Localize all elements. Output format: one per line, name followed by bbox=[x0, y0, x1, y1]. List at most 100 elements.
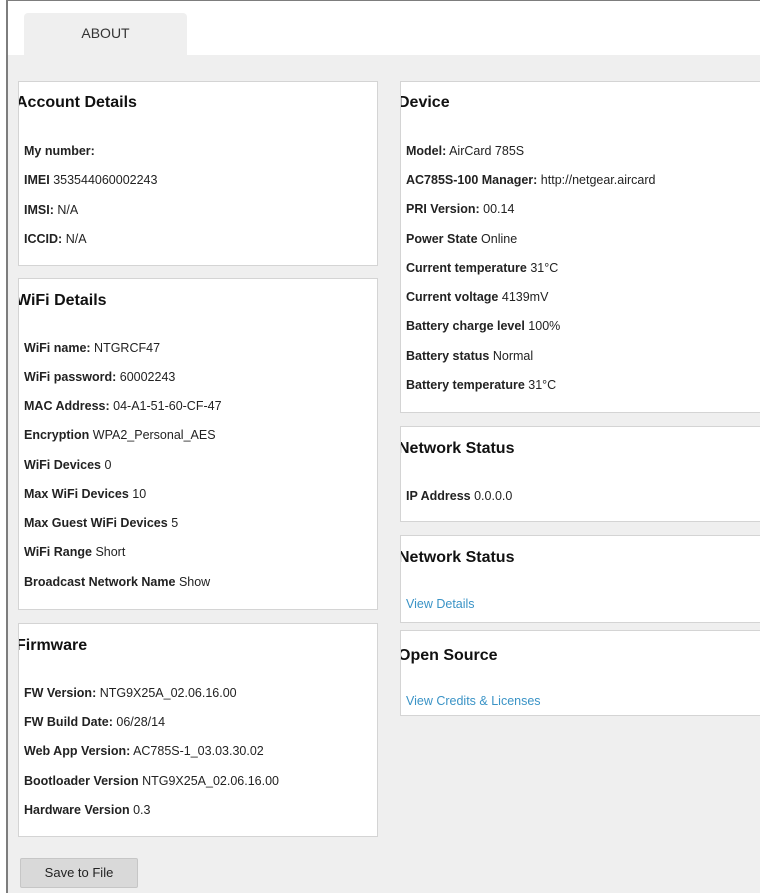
account-row-imsi: IMSI: N/A bbox=[24, 203, 78, 217]
wifi-key: WiFi password: bbox=[24, 370, 117, 384]
wifi-value: 60002243 bbox=[119, 370, 176, 384]
wifi-value: 04-A1-51-60-CF-47 bbox=[113, 399, 222, 413]
firmware-value: AC785S-1_03.03.30.02 bbox=[133, 744, 264, 758]
device-key: Battery status bbox=[406, 349, 490, 363]
firmware-value: NTG9X25A_02.06.16.00 bbox=[99, 686, 237, 700]
wifi-value: WPA2_Personal_AES bbox=[92, 428, 216, 442]
wifi-key: WiFi Devices bbox=[24, 458, 102, 472]
wifi-details-title: WiFi Details bbox=[18, 292, 107, 309]
device-value: 4139mV bbox=[501, 290, 549, 304]
network-key: IP Address bbox=[406, 489, 471, 503]
device-row: Current temperature 31°C bbox=[406, 261, 558, 275]
tab-about[interactable]: ABOUT bbox=[24, 13, 187, 55]
device-row: Battery status Normal bbox=[406, 349, 533, 363]
wifi-row: WiFi Devices 0 bbox=[24, 458, 111, 472]
device-value: 31°C bbox=[528, 378, 557, 392]
device-row: Power State Online bbox=[406, 232, 517, 246]
open-source-panel: Open Source View Credits & Licenses bbox=[400, 630, 760, 716]
open-source-title: Open Source bbox=[400, 647, 498, 664]
device-value: AirCard 785S bbox=[449, 144, 525, 158]
device-row: Battery charge level 100% bbox=[406, 319, 560, 333]
device-row: Model: AirCard 785S bbox=[406, 144, 524, 158]
device-key: Model: bbox=[406, 144, 447, 158]
network-status-panel: Network Status IP Address 0.0.0.0 bbox=[400, 426, 760, 522]
firmware-row: Bootloader Version NTG9X25A_02.06.16.00 bbox=[24, 774, 279, 788]
wifi-key: WiFi name: bbox=[24, 341, 91, 355]
device-value: 00.14 bbox=[483, 202, 515, 216]
device-row: AC785S-100 Manager: http://netgear.airca… bbox=[406, 173, 655, 187]
wifi-value: NTGRCF47 bbox=[94, 341, 161, 355]
account-key: IMSI: bbox=[24, 203, 54, 217]
wifi-row: WiFi name: NTGRCF47 bbox=[24, 341, 160, 355]
wifi-row: MAC Address: 04-A1-51-60-CF-47 bbox=[24, 399, 222, 413]
device-row: Current voltage 4139mV bbox=[406, 290, 548, 304]
device-key: Current temperature bbox=[406, 261, 527, 275]
device-value: 100% bbox=[528, 319, 561, 333]
view-credits-licenses-link[interactable]: View Credits & Licenses bbox=[406, 694, 541, 708]
wifi-row: Encryption WPA2_Personal_AES bbox=[24, 428, 216, 442]
device-panel: Device Model: AirCard 785S AC785S-100 Ma… bbox=[400, 81, 760, 413]
device-row: PRI Version: 00.14 bbox=[406, 202, 514, 216]
save-to-file-button[interactable]: Save to File bbox=[20, 858, 138, 888]
account-value: 353544060002243 bbox=[53, 173, 158, 187]
view-details-link[interactable]: View Details bbox=[406, 597, 475, 611]
account-row-iccid: ICCID: N/A bbox=[24, 232, 87, 246]
firmware-row: FW Build Date: 06/28/14 bbox=[24, 715, 165, 729]
wifi-value: Show bbox=[178, 575, 211, 589]
device-value: Online bbox=[481, 232, 518, 246]
network-status-title: Network Status bbox=[400, 440, 515, 457]
network-status-details-panel: Network Status View Details bbox=[400, 535, 760, 623]
device-key: Battery temperature bbox=[406, 378, 525, 392]
firmware-row: FW Version: NTG9X25A_02.06.16.00 bbox=[24, 686, 237, 700]
account-details-title: Account Details bbox=[18, 94, 137, 111]
account-key: ICCID: bbox=[24, 232, 63, 246]
wifi-key: WiFi Range bbox=[24, 545, 92, 559]
device-title: Device bbox=[400, 94, 450, 111]
firmware-key: Bootloader Version bbox=[24, 774, 139, 788]
wifi-row: WiFi Range Short bbox=[24, 545, 125, 559]
wifi-key: Max WiFi Devices bbox=[24, 487, 129, 501]
network-value: 0.0.0.0 bbox=[474, 489, 513, 503]
firmware-value: 0.3 bbox=[133, 803, 151, 817]
account-row-imei: IMEI 353544060002243 bbox=[24, 173, 157, 187]
wifi-key: Broadcast Network Name bbox=[24, 575, 176, 589]
firmware-title: Firmware bbox=[18, 637, 88, 654]
firmware-value: NTG9X25A_02.06.16.00 bbox=[142, 774, 279, 788]
wifi-row: Broadcast Network Name Show bbox=[24, 575, 210, 589]
firmware-panel: Firmware FW Version: NTG9X25A_02.06.16.0… bbox=[18, 623, 378, 837]
wifi-value: 10 bbox=[132, 487, 147, 501]
device-value: http://netgear.aircard bbox=[540, 173, 656, 187]
firmware-row: Web App Version: AC785S-1_03.03.30.02 bbox=[24, 744, 264, 758]
account-value: N/A bbox=[65, 232, 87, 246]
account-value: N/A bbox=[57, 203, 79, 217]
network-status-details-title: Network Status bbox=[400, 549, 515, 566]
firmware-value: 06/28/14 bbox=[116, 715, 166, 729]
wifi-row: Max Guest WiFi Devices 5 bbox=[24, 516, 178, 530]
firmware-key: Web App Version: bbox=[24, 744, 131, 758]
wifi-value: 0 bbox=[104, 458, 112, 472]
wifi-key: MAC Address: bbox=[24, 399, 110, 413]
device-value: 31°C bbox=[530, 261, 559, 275]
about-page: ABOUT Account Details My number: IMEI 35… bbox=[6, 0, 760, 893]
firmware-key: Hardware Version bbox=[24, 803, 130, 817]
wifi-row: WiFi password: 60002243 bbox=[24, 370, 175, 384]
device-key: AC785S-100 Manager: bbox=[406, 173, 538, 187]
account-key: My number: bbox=[24, 144, 95, 158]
account-row-my-number: My number: bbox=[24, 144, 95, 158]
network-row-ip: IP Address 0.0.0.0 bbox=[406, 489, 512, 503]
wifi-key: Encryption bbox=[24, 428, 90, 442]
account-details-panel: Account Details My number: IMEI 35354406… bbox=[18, 81, 378, 266]
device-key: Power State bbox=[406, 232, 478, 246]
device-key: Current voltage bbox=[406, 290, 499, 304]
device-key: Battery charge level bbox=[406, 319, 525, 333]
device-row: Battery temperature 31°C bbox=[406, 378, 556, 392]
firmware-row: Hardware Version 0.3 bbox=[24, 803, 150, 817]
wifi-value: Short bbox=[95, 545, 126, 559]
firmware-key: FW Build Date: bbox=[24, 715, 113, 729]
tab-bar: ABOUT bbox=[8, 1, 760, 55]
wifi-details-panel: WiFi Details WiFi name: NTGRCF47 WiFi pa… bbox=[18, 278, 378, 610]
wifi-row: Max WiFi Devices 10 bbox=[24, 487, 146, 501]
device-key: PRI Version: bbox=[406, 202, 480, 216]
device-value: Normal bbox=[492, 349, 534, 363]
account-key: IMEI bbox=[24, 173, 50, 187]
